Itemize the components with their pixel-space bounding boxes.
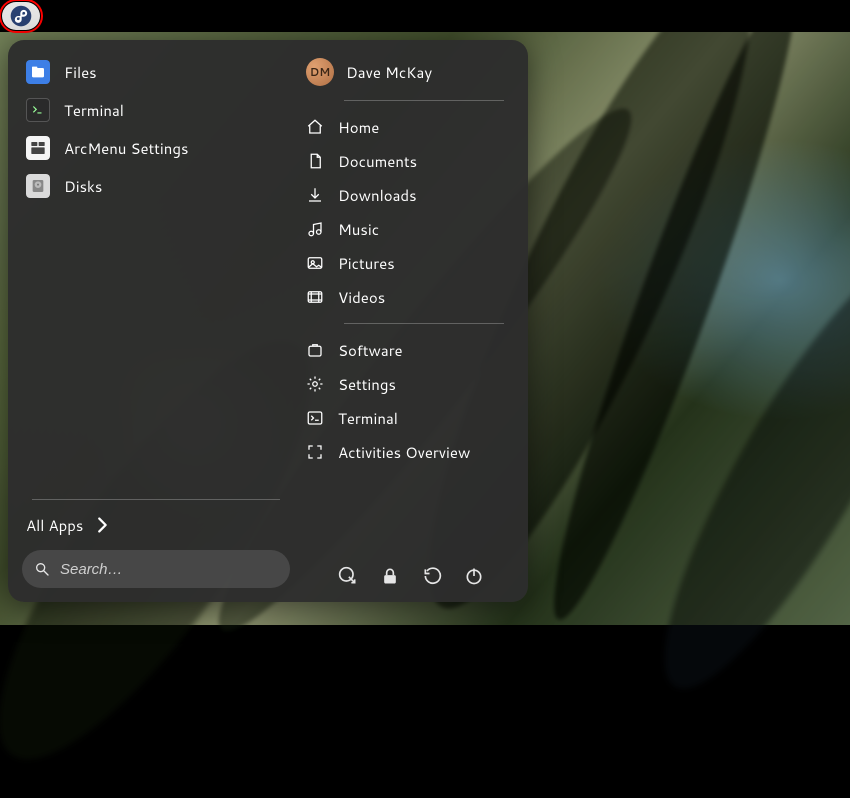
avatar-initials: DM bbox=[310, 64, 331, 80]
divider bbox=[344, 100, 504, 101]
restart-icon bbox=[422, 566, 442, 586]
logout-icon bbox=[338, 566, 358, 586]
user-display-name: Dave McKay bbox=[346, 62, 432, 83]
pinned-app-label: ArcMenu Settings bbox=[64, 138, 188, 159]
place-label: Pictures bbox=[338, 253, 395, 274]
videos-icon bbox=[306, 288, 324, 306]
lock-button[interactable] bbox=[380, 566, 400, 586]
place-label: Documents bbox=[338, 151, 417, 172]
place-label: Terminal bbox=[338, 408, 398, 429]
poweroff-button[interactable] bbox=[464, 566, 484, 586]
all-apps-button[interactable]: All Apps bbox=[22, 508, 290, 542]
place-documents[interactable]: Documents bbox=[306, 145, 504, 177]
place-music[interactable]: Music bbox=[306, 213, 504, 245]
place-label: Music bbox=[338, 219, 379, 240]
place-label: Software bbox=[338, 340, 403, 361]
pictures-icon bbox=[306, 254, 324, 272]
pinned-app-files[interactable]: Files bbox=[22, 54, 290, 90]
avatar: DM bbox=[306, 58, 334, 86]
fedora-logo-icon bbox=[10, 5, 32, 27]
arcmenu-right-column: DM Dave McKay Home Documents bbox=[298, 40, 528, 602]
all-apps-label: All Apps bbox=[26, 515, 83, 536]
pinned-app-label: Terminal bbox=[64, 100, 124, 121]
place-pictures[interactable]: Pictures bbox=[306, 247, 504, 279]
pinned-app-label: Disks bbox=[64, 176, 102, 197]
places-list: Home Documents Downloads Music bbox=[306, 111, 504, 313]
arcmenu-icon bbox=[26, 136, 50, 160]
user-row[interactable]: DM Dave McKay bbox=[306, 54, 504, 96]
place-label: Settings bbox=[338, 374, 396, 395]
arcmenu-panel: Files Terminal ArcMenu Settings bbox=[8, 40, 528, 602]
search-box[interactable] bbox=[22, 550, 290, 588]
files-icon bbox=[26, 60, 50, 84]
pinned-app-disks[interactable]: Disks bbox=[22, 168, 290, 204]
place-videos[interactable]: Videos bbox=[306, 281, 504, 313]
pinned-apps-list: Files Terminal ArcMenu Settings bbox=[22, 54, 290, 204]
place-label: Activities Overview bbox=[338, 442, 470, 463]
place-downloads[interactable]: Downloads bbox=[306, 179, 504, 211]
place-label: Downloads bbox=[338, 185, 417, 206]
divider bbox=[32, 499, 280, 500]
shortcut-activities-overview[interactable]: Activities Overview bbox=[306, 436, 504, 468]
search-input[interactable] bbox=[60, 561, 278, 578]
disks-icon bbox=[26, 174, 50, 198]
arcmenu-left-column: Files Terminal ArcMenu Settings bbox=[8, 40, 298, 602]
terminal-icon bbox=[26, 98, 50, 122]
downloads-icon bbox=[306, 186, 324, 204]
activities-icon bbox=[306, 443, 324, 461]
software-icon bbox=[306, 341, 324, 359]
search-icon bbox=[34, 561, 50, 577]
place-home[interactable]: Home bbox=[306, 111, 504, 143]
settings-icon bbox=[306, 375, 324, 393]
place-label: Videos bbox=[338, 287, 385, 308]
terminal-place-icon bbox=[306, 409, 324, 427]
top-panel bbox=[0, 0, 850, 32]
divider bbox=[344, 323, 504, 324]
restart-button[interactable] bbox=[422, 566, 442, 586]
logout-button[interactable] bbox=[338, 566, 358, 586]
place-label: Home bbox=[338, 117, 379, 138]
poweroff-icon bbox=[464, 566, 484, 586]
chevron-right-icon bbox=[91, 514, 113, 536]
shortcut-settings[interactable]: Settings bbox=[306, 368, 504, 400]
documents-icon bbox=[306, 152, 324, 170]
shortcut-terminal[interactable]: Terminal bbox=[306, 402, 504, 434]
system-shortcuts-list: Software Settings Terminal Activities Ov… bbox=[306, 334, 504, 468]
home-icon bbox=[306, 118, 324, 136]
pinned-app-label: Files bbox=[64, 62, 97, 83]
pinned-app-terminal[interactable]: Terminal bbox=[22, 92, 290, 128]
pinned-app-arcmenu-settings[interactable]: ArcMenu Settings bbox=[22, 130, 290, 166]
arcmenu-launcher-button[interactable] bbox=[2, 2, 40, 30]
session-buttons-row bbox=[306, 560, 504, 588]
lock-icon bbox=[380, 566, 400, 586]
shortcut-software[interactable]: Software bbox=[306, 334, 504, 366]
music-icon bbox=[306, 220, 324, 238]
